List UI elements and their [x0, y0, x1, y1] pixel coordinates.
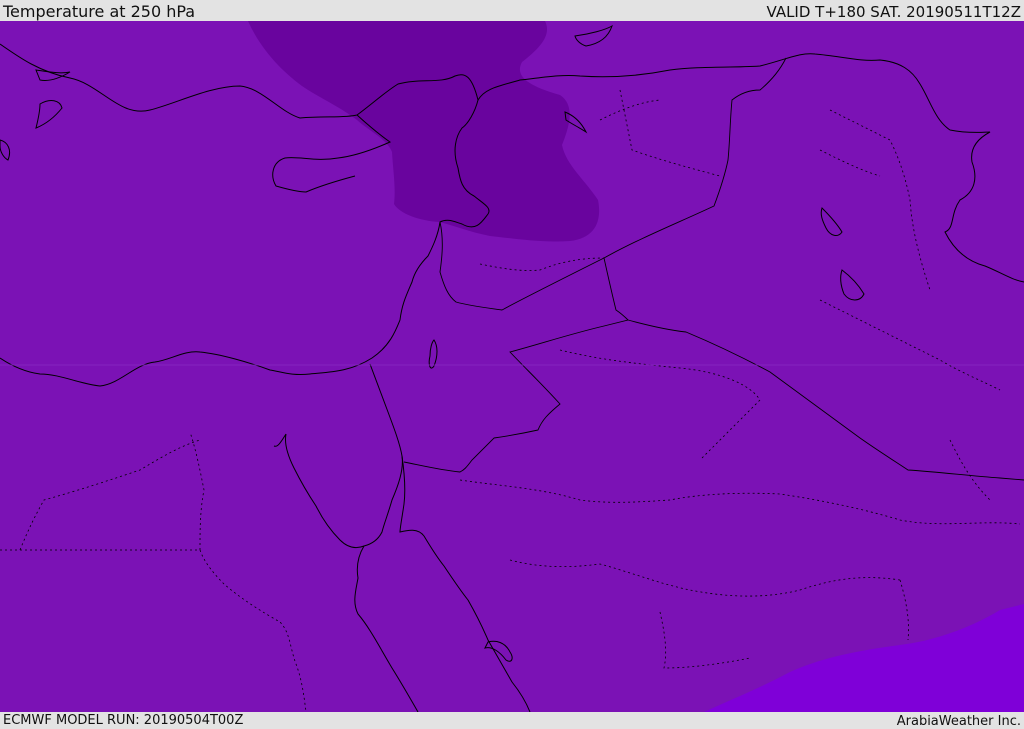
map-title: Temperature at 250 hPa [3, 2, 196, 21]
model-run-label: ECMWF MODEL RUN: 20190504T00Z [3, 713, 244, 728]
credit-label: ArabiaWeather Inc. [896, 714, 1021, 729]
footer-bar: ECMWF MODEL RUN: 20190504T00Z ArabiaWeat… [0, 712, 1024, 729]
valid-time: VALID T+180 SAT. 20190511T12Z [766, 3, 1021, 21]
temperature-map [0, 21, 1024, 712]
header-bar: Temperature at 250 hPa VALID T+180 SAT. … [0, 0, 1024, 21]
